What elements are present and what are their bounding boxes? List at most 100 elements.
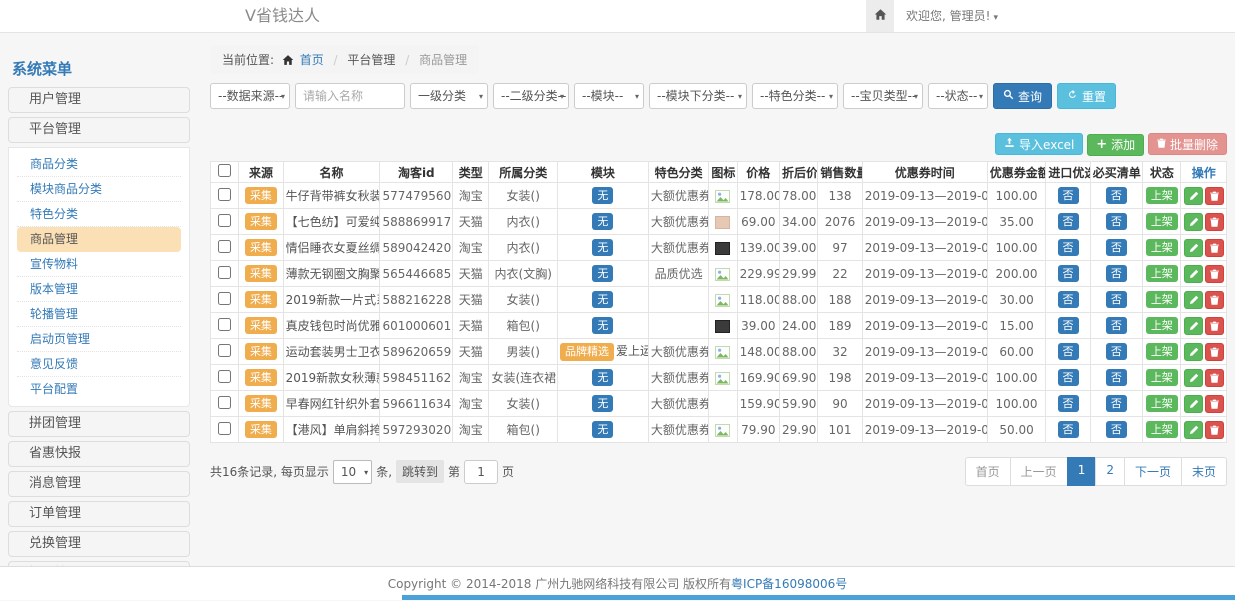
pager-item[interactable]: 2 (1095, 457, 1125, 486)
per-page-select[interactable]: 10▾ (333, 460, 372, 484)
edit-button[interactable] (1184, 369, 1203, 387)
status-badge[interactable]: 上架 (1146, 317, 1178, 334)
row-checkbox[interactable] (218, 266, 231, 279)
must-buy-badge[interactable]: 否 (1106, 395, 1127, 412)
delete-button[interactable] (1205, 213, 1224, 231)
import-select-badge[interactable]: 否 (1058, 265, 1079, 282)
status-badge[interactable]: 上架 (1146, 421, 1178, 438)
breadcrumb-home-link[interactable]: 首页 (300, 53, 324, 67)
level2-category-select[interactable]: --二级分类--▾ (493, 83, 569, 109)
status-select[interactable]: --状态--▾ (928, 83, 988, 109)
status-badge[interactable]: 上架 (1146, 239, 1178, 256)
delete-button[interactable] (1205, 369, 1224, 387)
row-checkbox[interactable] (218, 370, 231, 383)
sidebar-item-feedback[interactable]: 意见反馈 (17, 352, 181, 377)
must-buy-badge[interactable]: 否 (1106, 369, 1127, 386)
status-badge[interactable]: 上架 (1146, 343, 1178, 360)
must-buy-badge[interactable]: 否 (1106, 265, 1127, 282)
status-badge[interactable]: 上架 (1146, 265, 1178, 282)
import-select-badge[interactable]: 否 (1058, 395, 1079, 412)
delete-button[interactable] (1205, 187, 1224, 205)
row-checkbox[interactable] (218, 240, 231, 253)
sidebar-group-express-news[interactable]: 省惠快报 (8, 441, 190, 467)
delete-button[interactable] (1205, 421, 1224, 439)
edit-button[interactable] (1184, 343, 1203, 361)
edit-button[interactable] (1184, 421, 1203, 439)
must-buy-badge[interactable]: 否 (1106, 317, 1127, 334)
edit-button[interactable] (1184, 317, 1203, 335)
import-select-badge[interactable]: 否 (1058, 291, 1079, 308)
row-checkbox[interactable] (218, 318, 231, 331)
select-all-checkbox[interactable] (218, 164, 231, 177)
level1-category-select[interactable]: 一级分类▾ (410, 83, 488, 109)
status-badge[interactable]: 上架 (1146, 213, 1178, 230)
icp-link[interactable]: 粤ICP备16098006号 (731, 577, 847, 591)
edit-button[interactable] (1184, 213, 1203, 231)
search-button[interactable]: 查询 (993, 83, 1052, 109)
name-search-input[interactable] (295, 83, 405, 109)
jump-to-button[interactable]: 跳转到 (396, 460, 444, 483)
home-button[interactable] (866, 0, 894, 32)
edit-button[interactable] (1184, 265, 1203, 283)
row-checkbox[interactable] (218, 292, 231, 305)
status-badge[interactable]: 上架 (1146, 369, 1178, 386)
pager-item[interactable]: 1 (1067, 457, 1097, 486)
sidebar-group-exchange[interactable]: 兑换管理 (8, 531, 190, 557)
feature-category-select[interactable]: --特色分类--▾ (752, 83, 838, 109)
user-menu[interactable]: 欢迎您, 管理员!▾ (906, 0, 998, 34)
row-checkbox[interactable] (218, 422, 231, 435)
import-select-badge[interactable]: 否 (1058, 343, 1079, 360)
sidebar-group-groupbuy[interactable]: 拼团管理 (8, 411, 190, 437)
pager-item[interactable]: 末页 (1181, 457, 1227, 486)
must-buy-badge[interactable]: 否 (1106, 343, 1127, 360)
import-select-badge[interactable]: 否 (1058, 239, 1079, 256)
delete-button[interactable] (1205, 395, 1224, 413)
sidebar-item-module-product-category[interactable]: 模块商品分类 (17, 177, 181, 202)
delete-button[interactable] (1205, 343, 1224, 361)
sidebar-item-feature-category[interactable]: 特色分类 (17, 202, 181, 227)
status-badge[interactable]: 上架 (1146, 291, 1178, 308)
item-type-select[interactable]: --宝贝类型--▾ (843, 83, 923, 109)
add-button[interactable]: + 添加 (1087, 134, 1144, 156)
must-buy-badge[interactable]: 否 (1106, 239, 1127, 256)
delete-button[interactable] (1205, 291, 1224, 309)
row-checkbox[interactable] (218, 188, 231, 201)
edit-button[interactable] (1184, 187, 1203, 205)
batch-delete-button[interactable]: 批量删除 (1148, 133, 1227, 155)
edit-button[interactable] (1184, 239, 1203, 257)
pager-item[interactable]: 上一页 (1010, 457, 1068, 486)
import-select-badge[interactable]: 否 (1058, 213, 1079, 230)
import-excel-button[interactable]: 导入excel (995, 133, 1083, 155)
module-select[interactable]: --模块--▾ (574, 83, 644, 109)
must-buy-badge[interactable]: 否 (1106, 291, 1127, 308)
sidebar-item-product-management[interactable]: 商品管理 (17, 227, 181, 252)
sidebar-group-messages[interactable]: 消息管理 (8, 471, 190, 497)
must-buy-badge[interactable]: 否 (1106, 421, 1127, 438)
must-buy-badge[interactable]: 否 (1106, 213, 1127, 230)
row-checkbox[interactable] (218, 214, 231, 227)
sidebar-group-platform[interactable]: 平台管理 (8, 117, 190, 143)
reset-button[interactable]: 重置 (1057, 83, 1116, 109)
sidebar-group-users[interactable]: 用户管理 (8, 87, 190, 113)
status-badge[interactable]: 上架 (1146, 187, 1178, 204)
module-subcategory-select[interactable]: --模块下分类--▾ (649, 83, 747, 109)
pager-item[interactable]: 下一页 (1124, 457, 1182, 486)
bottom-scrollbar[interactable] (402, 595, 1235, 600)
sidebar-item-version-management[interactable]: 版本管理 (17, 277, 181, 302)
edit-button[interactable] (1184, 395, 1203, 413)
sidebar-item-carousel-management[interactable]: 轮播管理 (17, 302, 181, 327)
sidebar-item-splash-management[interactable]: 启动页管理 (17, 327, 181, 352)
import-select-badge[interactable]: 否 (1058, 317, 1079, 334)
edit-button[interactable] (1184, 291, 1203, 309)
delete-button[interactable] (1205, 265, 1224, 283)
import-select-badge[interactable]: 否 (1058, 369, 1079, 386)
page-number-input[interactable] (464, 460, 498, 484)
status-badge[interactable]: 上架 (1146, 395, 1178, 412)
sidebar-group-orders[interactable]: 订单管理 (8, 501, 190, 527)
delete-button[interactable] (1205, 239, 1224, 257)
sidebar-item-product-category[interactable]: 商品分类 (17, 152, 181, 177)
import-select-badge[interactable]: 否 (1058, 421, 1079, 438)
row-checkbox[interactable] (218, 396, 231, 409)
sidebar-item-platform-config[interactable]: 平台配置 (17, 377, 181, 402)
sidebar-item-promo-material[interactable]: 宣传物料 (17, 252, 181, 277)
